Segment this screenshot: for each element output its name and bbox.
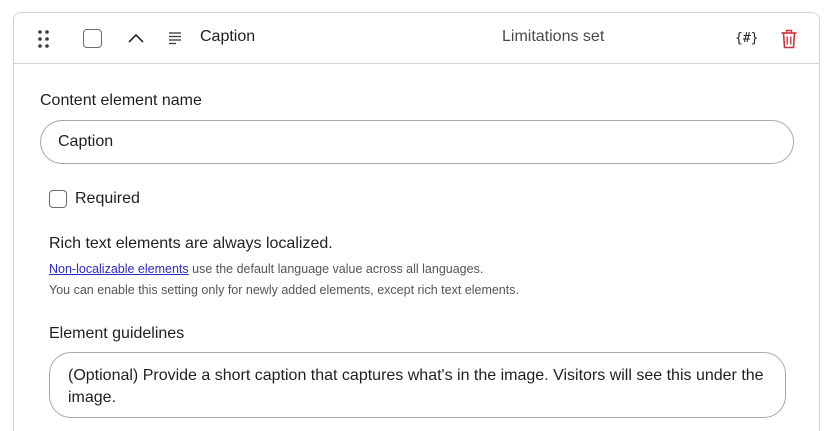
localization-restriction-note: You can enable this setting only for new… <box>49 283 519 297</box>
localization-note-title: Rich text elements are always localized. <box>49 235 333 252</box>
limitations-status: Limitations set <box>502 28 605 45</box>
content-element-card: Caption Limitations set {#} Content elem… <box>13 12 820 431</box>
select-element-checkbox[interactable] <box>83 29 102 48</box>
localization-info-line: Non-localizable elements use the default… <box>49 262 483 276</box>
non-localizable-link[interactable]: Non-localizable elements <box>49 262 189 276</box>
element-name-title: Caption <box>200 28 256 45</box>
element-header: Caption Limitations set {#} <box>14 13 819 64</box>
guidelines-textarea[interactable]: (Optional) Provide a short caption that … <box>49 352 786 418</box>
rich-text-icon <box>167 30 183 46</box>
drag-handle-icon[interactable] <box>37 29 51 49</box>
element-name-input[interactable] <box>40 120 794 164</box>
codename-icon[interactable]: {#} <box>735 28 758 50</box>
chevron-up-icon[interactable] <box>127 30 145 48</box>
name-field-label: Content element name <box>40 92 202 109</box>
trash-icon[interactable] <box>780 28 798 50</box>
guidelines-label: Element guidelines <box>49 325 185 342</box>
localization-info-text: use the default language value across al… <box>188 262 484 276</box>
required-checkbox[interactable] <box>49 190 67 208</box>
required-label[interactable]: Required <box>75 190 140 208</box>
